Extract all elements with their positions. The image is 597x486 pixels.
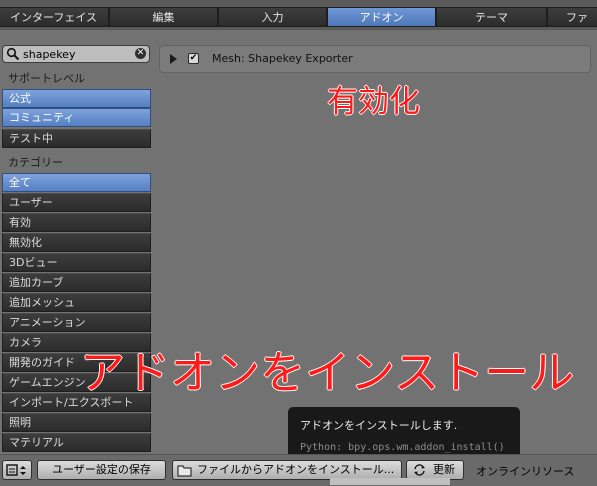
online-resources-link[interactable]: オンラインリソース: [476, 463, 574, 479]
support-testing[interactable]: テスト中: [2, 129, 151, 148]
install-tooltip: アドオンをインストールします. Python: bpy.ops.wm.addon…: [288, 407, 520, 461]
support-level-label: サポートレベル: [8, 72, 85, 85]
addon-name: Mesh: Shapekey Exporter: [212, 52, 353, 65]
category-all[interactable]: 全て: [2, 173, 151, 192]
category-user[interactable]: ユーザー: [2, 193, 151, 212]
category-label: カテゴリー: [8, 156, 63, 169]
editor-type-icon: [6, 464, 26, 476]
tab-file[interactable]: ファ: [547, 7, 597, 27]
search-icon: [6, 47, 20, 61]
install-from-file-button[interactable]: ファイルからアドオンをインストール...: [172, 460, 402, 480]
search-value: shapekey: [23, 48, 76, 61]
category-lighting[interactable]: 照明: [2, 413, 151, 432]
support-official[interactable]: 公式: [2, 89, 151, 108]
folder-icon: [177, 465, 192, 477]
tab-interface[interactable]: インターフェイス: [0, 7, 109, 27]
tab-themes[interactable]: テーマ: [436, 7, 547, 27]
support-community[interactable]: コミュニティ: [2, 108, 151, 127]
category-enabled[interactable]: 有効: [2, 213, 151, 232]
enable-addon-checkbox[interactable]: ✔: [188, 53, 199, 64]
save-user-settings-button[interactable]: ユーザー設定の保存: [37, 460, 166, 480]
annotation-install: アドオンをインストール: [80, 346, 575, 399]
tab-input[interactable]: 入力: [218, 7, 327, 27]
tooltip-title: アドオンをインストールします.: [300, 419, 458, 432]
preferences-tabs: インターフェイス 編集 入力 アドオン テーマ ファ: [0, 0, 597, 30]
annotation-enable: 有効化: [327, 84, 420, 120]
expand-triangle-icon[interactable]: [170, 54, 177, 64]
refresh-button[interactable]: 更新: [406, 460, 464, 480]
clear-search-icon[interactable]: ✕: [135, 48, 146, 59]
category-3d-view[interactable]: 3Dビュー: [2, 253, 151, 272]
addon-row: ✔ Mesh: Shapekey Exporter: [159, 45, 591, 73]
refresh-label: 更新: [433, 463, 455, 476]
category-material[interactable]: マテリアル: [2, 433, 151, 452]
bottom-bar: ユーザー設定の保存 ファイルからアドオンをインストール... 更新 オンラインリ…: [0, 454, 597, 486]
window-edge-strip: [330, 478, 450, 485]
tooltip-python: Python: bpy.ops.wm.addon_install(): [300, 442, 505, 453]
category-animation[interactable]: アニメーション: [2, 313, 151, 332]
category-add-curve[interactable]: 追加カーブ: [2, 273, 151, 292]
install-from-file-label: ファイルからアドオンをインストール...: [197, 463, 395, 476]
category-disabled[interactable]: 無効化: [2, 233, 151, 252]
refresh-icon: [414, 464, 425, 476]
category-add-mesh[interactable]: 追加メッシュ: [2, 293, 151, 312]
search-input[interactable]: shapekey ✕: [2, 45, 150, 63]
tab-addons[interactable]: アドオン: [327, 7, 436, 27]
editor-type-menu[interactable]: [2, 460, 32, 480]
tab-editing[interactable]: 編集: [109, 7, 218, 27]
